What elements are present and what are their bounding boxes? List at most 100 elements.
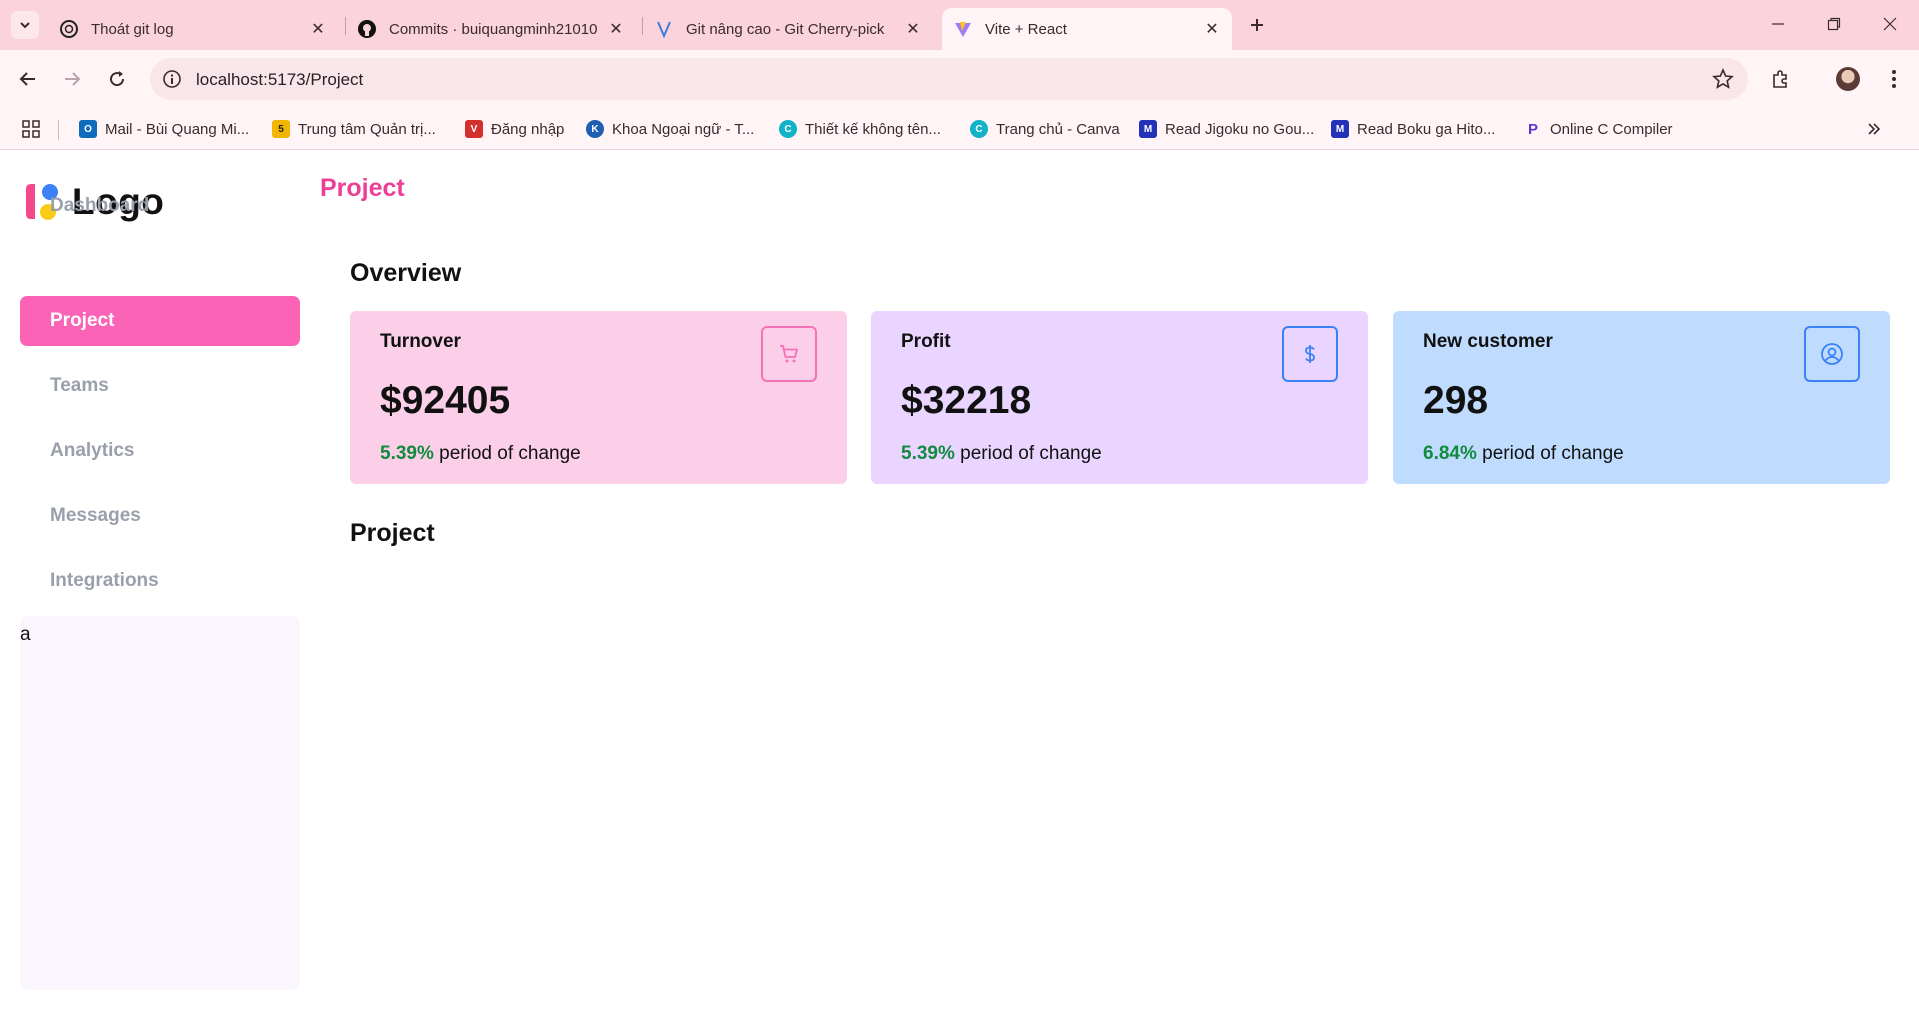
stat-card-change: 6.84% period of change (1423, 443, 1624, 465)
bookmark-item[interactable]: C Thiết kế không tên... (779, 118, 941, 140)
back-button[interactable] (12, 63, 44, 95)
arrow-left-icon (19, 72, 35, 86)
stat-card-label: New customer (1423, 331, 1553, 352)
reload-button[interactable] (101, 63, 133, 95)
dollar-icon (1305, 345, 1315, 363)
bookmark-star-icon[interactable] (1712, 68, 1734, 90)
stat-card-profit: Profit $32218 5.39% period of change (871, 311, 1368, 484)
page-title: Project (320, 174, 405, 202)
bookmark-label: Read Jigoku no Gou... (1165, 120, 1315, 138)
close-icon (1883, 17, 1897, 31)
close-window-button[interactable] (1867, 8, 1913, 40)
tab-title: Commits · buiquangminh21010 (389, 20, 598, 38)
university-logo-icon: V (465, 120, 483, 138)
tab-search-button[interactable] (11, 11, 39, 39)
forward-button[interactable] (56, 63, 88, 95)
vite-icon (954, 20, 972, 38)
sidebar-item-integrations[interactable]: Integrations (20, 556, 300, 606)
sidebar-item-project[interactable]: Project (20, 296, 300, 346)
sidebar-item-messages[interactable]: Messages (20, 491, 300, 541)
reload-icon (110, 71, 125, 87)
bookmark-item[interactable]: M Read Boku ga Hito... (1331, 118, 1495, 140)
browser-toolbar: localhost:5173/Project (0, 50, 1919, 108)
apps-button[interactable] (22, 118, 40, 140)
stat-card-change: 5.39% period of change (901, 443, 1102, 465)
bookmark-item[interactable]: C Trang chủ - Canva (970, 118, 1120, 140)
bookmarks-bar: O Mail - Bùi Quang Mi... 5 Trung tâm Quả… (0, 108, 1919, 150)
sidebar-item-label: Integrations (50, 570, 159, 591)
bookmark-label: Thiết kế không tên... (805, 120, 941, 138)
bookmark-label: Trung tâm Quản trị... (298, 120, 436, 138)
chevron-down-icon (20, 22, 30, 29)
site-info-icon[interactable] (162, 69, 182, 89)
plus-icon (1251, 19, 1263, 31)
tab-title: Git nâng cao - Git Cherry-pick (686, 20, 885, 38)
stat-card-label: Profit (901, 331, 951, 352)
stat-card-new-customer: New customer 298 6.84% period of change (1393, 311, 1890, 484)
bookmark-item[interactable]: V Đăng nhập (465, 118, 564, 140)
bookmark-label: Mail - Bùi Quang Mi... (105, 120, 250, 138)
bookmark-label: Trang chủ - Canva (996, 120, 1120, 138)
change-percent: 5.39% (380, 443, 434, 464)
profile-button[interactable] (1832, 63, 1864, 95)
bookmark-item[interactable]: M Read Jigoku no Gou... (1139, 118, 1314, 140)
puzzle-icon (1773, 70, 1787, 88)
stat-card-value: 298 (1423, 379, 1489, 422)
stat-card-change: 5.39% period of change (380, 443, 581, 465)
viblo-icon (655, 20, 673, 38)
user-circle-icon (1821, 343, 1843, 365)
sidebar-item-dashboard[interactable]: Dashboard (20, 181, 300, 231)
minimize-icon (1772, 23, 1784, 25)
portal-icon: 5 (272, 120, 290, 138)
change-percent: 6.84% (1423, 443, 1477, 464)
sidebar-item-analytics[interactable]: Analytics (20, 426, 300, 476)
outlook-icon: O (79, 120, 97, 138)
new-tab-button[interactable] (1244, 12, 1270, 38)
stat-card-turnover: Turnover $92405 5.39% period of change (350, 311, 847, 484)
apps-grid-icon (22, 120, 40, 138)
close-icon[interactable]: ✕ (606, 19, 626, 39)
more-bookmarks-button[interactable] (1866, 118, 1882, 140)
address-bar[interactable]: localhost:5173/Project (150, 58, 1748, 100)
browser-tabstrip: Thoát git log ✕ Commits · buiquangminh21… (0, 0, 1919, 50)
close-icon[interactable]: ✕ (308, 19, 328, 39)
more-vertical-icon (1892, 70, 1896, 88)
bookmark-label: Khoa Ngoại ngữ - T... (612, 120, 755, 138)
extensions-button[interactable] (1765, 63, 1797, 95)
faculty-logo-icon: K (586, 120, 604, 138)
close-icon[interactable]: ✕ (1202, 19, 1222, 39)
manga-site-icon: M (1331, 120, 1349, 138)
tab-commits[interactable]: Commits · buiquangminh21010 ✕ (346, 8, 636, 50)
bookmark-label: Đăng nhập (491, 120, 565, 138)
tab-vite-react[interactable]: Vite + React ✕ (942, 8, 1232, 50)
sidebar-item-teams[interactable]: Teams (20, 361, 300, 411)
bookmark-item[interactable]: O Mail - Bùi Quang Mi... (79, 118, 249, 140)
stat-card-value: $92405 (380, 379, 511, 422)
overview-heading: Overview (350, 259, 462, 287)
chevron-double-right-icon (1868, 123, 1881, 135)
dollar-icon-button[interactable] (1282, 326, 1338, 382)
sidebar-item-label: Teams (50, 375, 109, 396)
bookmark-item[interactable]: P Online C Compiler (1524, 118, 1673, 140)
tab-git-cherry-pick[interactable]: Git nâng cao - Git Cherry-pick ✕ (643, 8, 933, 50)
sidebar-item-label: Analytics (50, 440, 135, 461)
github-icon (358, 20, 376, 38)
bookmark-item[interactable]: K Khoa Ngoại ngữ - T... (586, 118, 754, 140)
close-icon[interactable]: ✕ (903, 19, 923, 39)
cart-icon (780, 345, 798, 363)
chatgpt-icon (60, 20, 78, 38)
avatar (1836, 67, 1860, 91)
sidebar-item-label: Dashboard (50, 195, 150, 216)
app-root: Logo Dashboard Project Teams Analytics M… (0, 151, 1919, 1016)
sidebar-item-label: Messages (50, 505, 141, 526)
sidebar-panel-text: a (20, 624, 31, 645)
restore-button[interactable] (1811, 8, 1857, 40)
minimize-button[interactable] (1755, 8, 1801, 40)
user-icon-button[interactable] (1804, 326, 1860, 382)
cart-icon-button[interactable] (761, 326, 817, 382)
sidebar-item-label: Project (50, 310, 115, 331)
bookmark-label: Online C Compiler (1550, 120, 1673, 138)
browser-menu-button[interactable] (1878, 63, 1910, 95)
bookmark-item[interactable]: 5 Trung tâm Quản trị... (272, 118, 436, 140)
tab-thoat-git-log[interactable]: Thoát git log ✕ (48, 8, 338, 50)
